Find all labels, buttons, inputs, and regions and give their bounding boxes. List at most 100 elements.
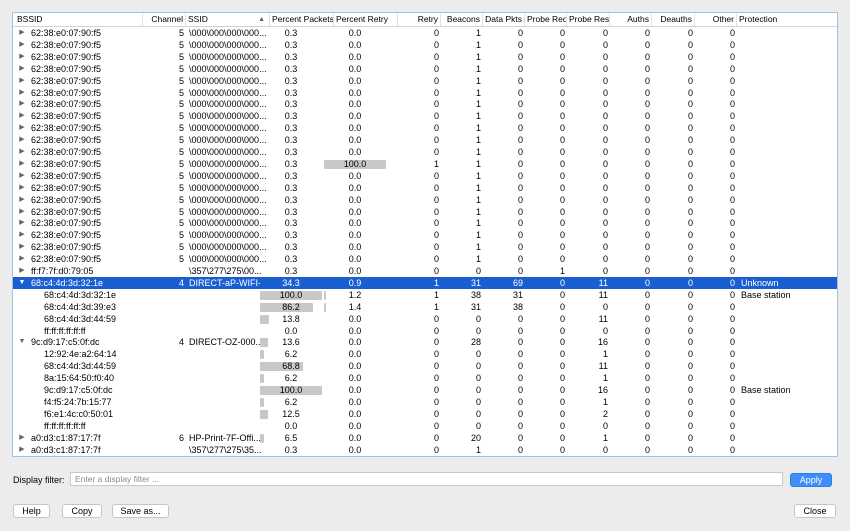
table-row-selected[interactable]: ▼ 68:c4:4d:3d:32:1e 4 DIRECT-aP-WIFI-... 1 31… xyxy=(13,276,837,289)
column-header-other[interactable]: Other xyxy=(695,13,737,26)
table-row[interactable]: ▶ 62:38:e0:07:90:f5 5 \000\000\000\000... 0 1… xyxy=(13,134,837,146)
expander-closed-icon[interactable]: ▶ xyxy=(17,39,27,51)
table-row[interactable]: ▶ 62:38:e0:07:90:f5 5 \000\000\000\000... 0 1… xyxy=(13,182,837,194)
column-header-auths[interactable]: Auths xyxy=(610,13,652,26)
ssid-cell: HP-Print-7F-Offi... xyxy=(189,432,261,443)
ssid-cell xyxy=(189,420,271,432)
percent-packets-cell: 0.3 xyxy=(284,147,298,157)
table-row[interactable]: ▶ a0:d3:c1:87:17:7f 6 HP-Print-7F-Offi... 0 2… xyxy=(13,432,837,444)
table-row[interactable]: 68:c4:4d:3d:32:1e 1 38 31 0 11 0 0 0 Base station… xyxy=(13,289,837,301)
expander-closed-icon[interactable]: ▶ xyxy=(17,170,27,182)
expander-open-icon[interactable]: ▼ xyxy=(17,277,27,289)
expander-closed-icon[interactable]: ▶ xyxy=(17,158,27,170)
probe-resp-cell: 0 xyxy=(602,230,608,241)
table-row[interactable]: ▶ 62:38:e0:07:90:f5 5 \000\000\000\000... 0 1… xyxy=(13,217,837,229)
expander-closed-icon[interactable]: ▶ xyxy=(17,444,27,456)
table-row[interactable]: f4:f5:24:7b:15:77 0 0 0 0 1 0 0 0 6.2 0.0 xyxy=(13,396,837,408)
apply-button[interactable]: Apply xyxy=(790,473,832,487)
expander-closed-icon[interactable]: ▶ xyxy=(17,253,27,265)
column-header-deauths[interactable]: Deauths xyxy=(652,13,695,26)
table-row[interactable]: ▶ a0:d3:c1:87:17:7f \357\277\275\35... 0 1 0 0… xyxy=(13,444,837,456)
table-row[interactable]: ▶ 62:38:e0:07:90:f5 5 \000\000\000\000... 0 1… xyxy=(13,27,837,39)
deauths-cell: 0 xyxy=(687,230,693,241)
close-button[interactable]: Close xyxy=(794,504,836,518)
expander-closed-icon[interactable]: ▶ xyxy=(17,75,27,87)
table-row[interactable]: 8a:15:64:50:f0:40 0 0 0 0 1 0 0 0 6.2 0.0 xyxy=(13,372,837,384)
percent-retry-cell: 0.0 xyxy=(348,218,362,229)
expander-closed-icon[interactable]: ▶ xyxy=(17,241,27,253)
table-row[interactable]: ▶ 62:38:e0:07:90:f5 5 \000\000\000\000... 0 1… xyxy=(13,206,837,218)
expander-closed-icon[interactable]: ▶ xyxy=(17,110,27,122)
channel-cell xyxy=(143,384,184,396)
expander-closed-icon[interactable]: ▶ xyxy=(17,87,27,99)
column-header-retry[interactable]: Retry xyxy=(398,13,441,26)
table-row[interactable]: 68:c4:4d:3d:44:59 0 0 0 0 11 0 0 0 13.8 0.0 xyxy=(13,313,837,325)
table-row[interactable]: ▶ ff:f7:7f:d0:79:05 \357\277\275\00... 0 0 0 1… xyxy=(13,265,837,277)
bssid-cell: 68:c4:4d:3d:39:e3 xyxy=(44,301,117,312)
expander-closed-icon[interactable]: ▶ xyxy=(17,51,27,63)
expander-closed-icon[interactable]: ▶ xyxy=(17,134,27,146)
table-row[interactable]: ff:ff:ff:ff:ff:ff 0 0 0 0 0 0 0 0 0.0 0.0 xyxy=(13,325,837,337)
table-row[interactable]: ▼ 9c:d9:17:c5:0f:dc 4 DIRECT-OZ-000... 0 28 0 0… xyxy=(13,336,837,348)
column-header-data-pkts[interactable]: Data Pkts xyxy=(483,13,525,26)
expander-open-icon[interactable]: ▼ xyxy=(17,336,27,348)
table-row[interactable]: ▶ 62:38:e0:07:90:f5 5 \000\000\000\000... 0 1… xyxy=(13,146,837,158)
expander-closed-icon[interactable]: ▶ xyxy=(17,194,27,206)
copy-button[interactable]: Copy xyxy=(62,504,102,518)
expander-closed-icon[interactable]: ▶ xyxy=(17,146,27,158)
table-row[interactable]: ▶ 62:38:e0:07:90:f5 5 \000\000\000\000... 0 1… xyxy=(13,241,837,253)
table-row[interactable]: ▶ 62:38:e0:07:90:f5 5 \000\000\000\000... 0 1… xyxy=(13,98,837,110)
table-row[interactable]: ▶ 62:38:e0:07:90:f5 5 \000\000\000\000... 0 1… xyxy=(13,87,837,99)
table-row[interactable]: 68:c4:4d:3d:39:e3 1 31 38 0 0 0 0 0 86.2 1.4 xyxy=(13,301,837,313)
expander-closed-icon[interactable]: ▶ xyxy=(17,27,27,39)
table-row[interactable]: ▶ 62:38:e0:07:90:f5 5 \000\000\000\000... 0 1… xyxy=(13,229,837,241)
display-filter-input[interactable] xyxy=(70,472,783,486)
ssid-cell xyxy=(189,313,271,325)
column-header-ssid[interactable]: SSID ▲ xyxy=(186,13,270,26)
table-row[interactable]: ff:ff:ff:ff:ff:ff 0 0 0 0 0 0 0 0 0.0 0.0 xyxy=(13,420,837,432)
table-row[interactable]: ▶ 62:38:e0:07:90:f5 5 \000\000\000\000... 0 1… xyxy=(13,170,837,182)
table-row[interactable]: ▶ 62:38:e0:07:90:f5 5 \000\000\000\000... 0 1… xyxy=(13,39,837,51)
column-header-channel[interactable]: Channel xyxy=(143,13,186,26)
expander-closed-icon[interactable]: ▶ xyxy=(17,217,27,229)
expander-closed-icon[interactable]: ▶ xyxy=(17,229,27,241)
expander-closed-icon[interactable]: ▶ xyxy=(17,432,27,444)
wlan-traffic-table[interactable]: BSSID Channel SSID ▲ Percent Packets Perc… xyxy=(12,12,838,457)
table-row[interactable]: ▶ 62:38:e0:07:90:f5 5 \000\000\000\000... 0 1… xyxy=(13,194,837,206)
deauths-cell: 0 xyxy=(687,39,693,50)
table-row[interactable]: ▶ 62:38:e0:07:90:f5 5 \000\000\000\000... 0 1… xyxy=(13,63,837,75)
column-header-bssid[interactable]: BSSID xyxy=(13,13,143,26)
table-row[interactable]: ▶ 62:38:e0:07:90:f5 5 \000\000\000\000... 0 1… xyxy=(13,110,837,122)
probe-resp-cell: 0 xyxy=(602,242,608,253)
auths-cell: 0 xyxy=(644,444,650,455)
table-row[interactable]: 9c:d9:17:c5:0f:dc 0 0 0 0 16 0 0 0 Base station 10… xyxy=(13,384,837,396)
table-row[interactable]: ▶ 62:38:e0:07:90:f5 5 \000\000\000\000... 1 1… xyxy=(13,158,837,170)
column-header-probe-reqs[interactable]: Probe Reqs xyxy=(525,13,567,26)
channel-cell: 4 xyxy=(178,337,184,348)
table-row[interactable]: f6:e1:4c:c0:50:01 0 0 0 0 2 0 0 0 12.5 0.0 xyxy=(13,408,837,420)
expander-closed-icon[interactable]: ▶ xyxy=(17,122,27,134)
percent-retry-cell: 1.4 xyxy=(348,301,362,312)
column-header-probe-resp[interactable]: Probe Resp xyxy=(567,13,610,26)
expander-closed-icon[interactable]: ▶ xyxy=(17,265,27,277)
table-row[interactable]: 12:92:4e:a2:64:14 0 0 0 0 1 0 0 0 6.2 0.0 xyxy=(13,348,837,360)
other-cell: 0 xyxy=(729,361,735,372)
table-row[interactable]: 68:c4:4d:3d:44:59 0 0 0 0 11 0 0 0 68.8 0.0 xyxy=(13,360,837,372)
help-button[interactable]: Help xyxy=(13,504,50,518)
expander-closed-icon[interactable]: ▶ xyxy=(17,182,27,194)
bssid-cell: 8a:15:64:50:f0:40 xyxy=(44,373,115,384)
table-row[interactable]: ▶ 62:38:e0:07:90:f5 5 \000\000\000\000... 0 1… xyxy=(13,51,837,63)
column-header-percent-retry[interactable]: Percent Retry xyxy=(334,13,398,26)
column-header-protection[interactable]: Protection xyxy=(737,13,837,26)
table-row[interactable]: ▶ 62:38:e0:07:90:f5 5 \000\000\000\000... 0 1… xyxy=(13,122,837,134)
expander-closed-icon[interactable]: ▶ xyxy=(17,63,27,75)
table-row[interactable]: ▶ 62:38:e0:07:90:f5 5 \000\000\000\000... 0 1… xyxy=(13,253,837,265)
column-header-percent-packets[interactable]: Percent Packets xyxy=(270,13,334,26)
expander-closed-icon[interactable]: ▶ xyxy=(17,98,27,110)
percent-retry-cell: 0.0 xyxy=(348,111,362,122)
other-cell: 0 xyxy=(729,135,735,146)
table-row[interactable]: ▶ 62:38:e0:07:90:f5 5 \000\000\000\000... 0 1… xyxy=(13,75,837,87)
expander-closed-icon[interactable]: ▶ xyxy=(17,206,27,218)
save-as-button[interactable]: Save as... xyxy=(112,504,169,518)
column-header-beacons[interactable]: Beacons xyxy=(441,13,483,26)
